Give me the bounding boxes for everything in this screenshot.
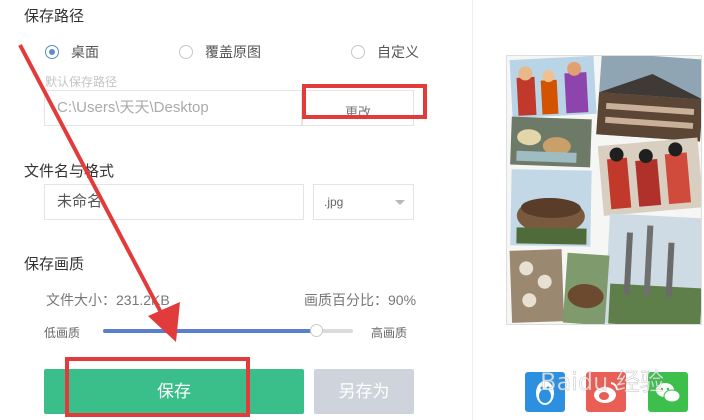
chevron-down-icon [395, 200, 405, 205]
file-name-input[interactable]: 未命名 [44, 184, 304, 220]
wechat-share-button[interactable] [648, 372, 688, 412]
weibo-icon [594, 382, 619, 403]
change-path-button[interactable]: 更改 [302, 90, 414, 126]
save-path-input[interactable]: C:\Users\天天\Desktop [44, 90, 302, 126]
radio-custom[interactable]: 自定义 [351, 42, 419, 62]
image-preview [506, 55, 702, 325]
default-path-hint: 默认保存路径 [45, 75, 118, 89]
format-select[interactable]: .jpg [313, 184, 414, 220]
quality-slider-handle[interactable] [309, 324, 323, 337]
save-path-heading: 保存路径 [24, 8, 85, 25]
qq-share-button[interactable] [525, 372, 565, 412]
format-value: .jpg [324, 195, 344, 209]
radio-unchecked-icon [179, 45, 193, 59]
save-as-button[interactable]: 另存为 [314, 369, 414, 414]
radio-overwrite-label: 覆盖原图 [205, 44, 261, 60]
qq-penguin-icon [536, 381, 554, 405]
radio-desktop[interactable]: 桌面 [45, 42, 99, 62]
save-button[interactable]: 保存 [44, 369, 304, 414]
radio-desktop-label: 桌面 [71, 44, 99, 60]
weibo-share-button[interactable] [586, 372, 626, 412]
save-dialog: 保存路径 桌面 覆盖原图 自定义 默认保存路径 C:\Users\天天\Desk… [0, 0, 704, 420]
high-quality-label: 高画质 [371, 326, 408, 340]
change-path-label: 更改 [344, 105, 371, 120]
quality-percent-text: 画质百分比：90% [304, 292, 417, 308]
radio-custom-label: 自定义 [377, 44, 419, 60]
file-name-heading: 文件名与格式 [24, 163, 115, 180]
quality-heading: 保存画质 [24, 256, 85, 273]
file-size-text: 文件大小：231.2KB [46, 292, 170, 308]
radio-checked-icon [45, 45, 59, 59]
panel-divider [472, 0, 473, 420]
radio-unchecked-icon [351, 45, 365, 59]
quality-slider[interactable] [103, 324, 353, 337]
quality-slider-fill [103, 329, 316, 333]
wechat-icon [656, 383, 681, 403]
radio-overwrite[interactable]: 覆盖原图 [179, 42, 261, 62]
collage-thumbnail [507, 56, 701, 324]
low-quality-label: 低画质 [44, 326, 81, 340]
